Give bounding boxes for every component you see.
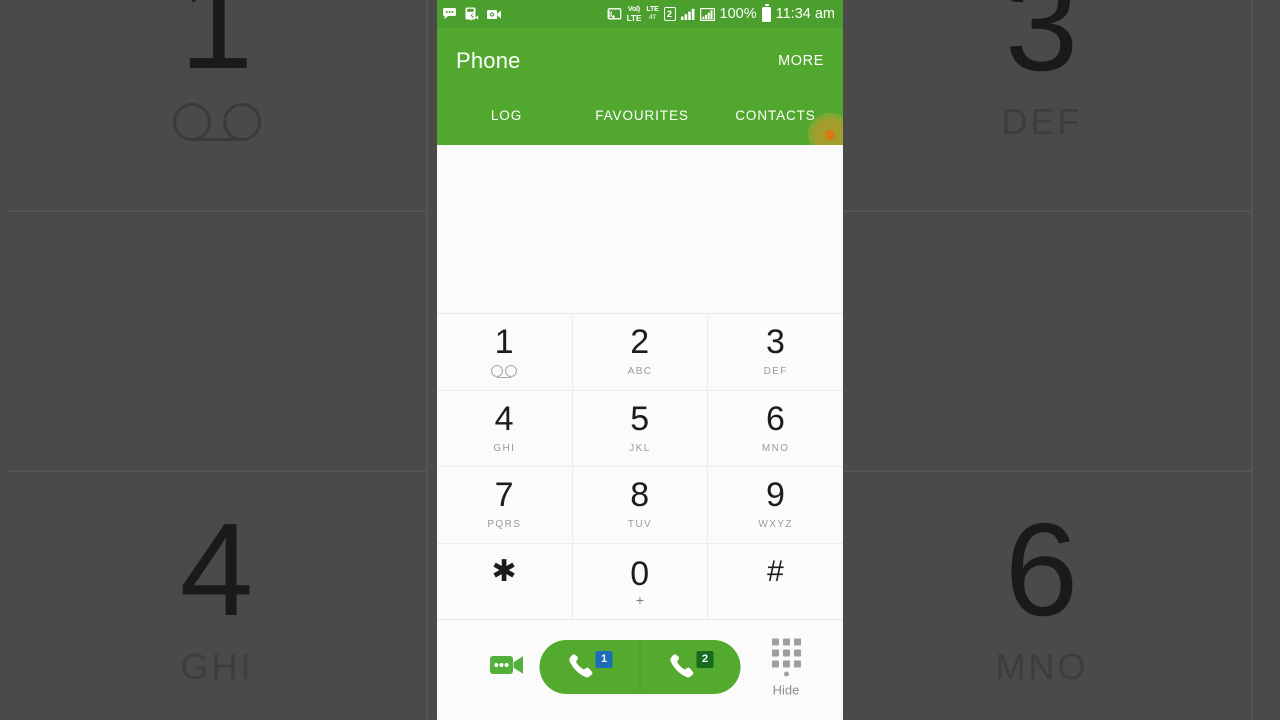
background-key-digit: 6 xyxy=(1004,496,1080,643)
tab-log[interactable]: LOG xyxy=(439,94,574,123)
background-key-6: 6 MNO xyxy=(843,470,1253,720)
dialpad-row: 4 GHI 5 JKL 6 MNO xyxy=(437,390,843,467)
background-key-3: 3 DEF xyxy=(843,0,1253,210)
background-key-letters: MNO xyxy=(995,646,1089,687)
dial-key-letters: MNO xyxy=(761,442,790,454)
battery-percent-label: 100% xyxy=(719,6,757,22)
dial-key-2[interactable]: 2 ABC xyxy=(572,314,709,391)
dial-key-3[interactable]: 3 DEF xyxy=(708,314,843,391)
background-key-1-body xyxy=(8,210,428,470)
volte-bottom-label: LTE xyxy=(626,13,642,23)
background-key-digit: 3 xyxy=(1004,0,1080,98)
dialer-action-bar: 1 2 Hide xyxy=(437,620,843,715)
dial-key-letters: WXYZ xyxy=(758,519,793,531)
dial-key-digit: 1 xyxy=(494,323,515,362)
screen-cast-icon xyxy=(607,7,622,21)
status-bar-indicators: VoI) LTE LTE 4T 2 100% 11:34 am xyxy=(607,4,835,22)
dial-key-hash[interactable]: # xyxy=(708,544,843,620)
dial-key-6[interactable]: 6 MNO xyxy=(708,391,843,467)
dialed-number-input[interactable] xyxy=(437,261,843,295)
dial-key-4[interactable]: 4 GHI xyxy=(437,390,573,467)
dialed-number-display[interactable] xyxy=(437,145,843,313)
keypad-icon xyxy=(771,638,801,667)
video-call-button[interactable] xyxy=(487,648,527,688)
dialpad-grid: 1 2 ABC 3 DEF 4 GHI 5 JKL 6 MNO 7 PQRS 8… xyxy=(437,313,843,620)
phone-app-window: VoI) LTE LTE 4T 2 100% 11:34 am Phone MO… xyxy=(437,0,843,720)
dial-key-star[interactable]: ✱ xyxy=(437,543,573,620)
phone-handset-icon xyxy=(668,652,698,687)
dial-key-letters: TUV xyxy=(627,519,653,531)
background-key-3-body xyxy=(843,210,1253,470)
dial-key-letters: GHI xyxy=(493,442,516,454)
dial-key-digit: 5 xyxy=(630,399,650,438)
call-button-group: 1 2 xyxy=(539,640,741,694)
background-key-digit: 4 xyxy=(179,496,255,643)
dial-key-digit: ✱ xyxy=(491,554,518,588)
video-call-icon xyxy=(490,653,524,682)
sim2-icon: 2 xyxy=(663,7,676,21)
background-key-4: 4 GHI xyxy=(8,470,428,720)
background-key-letters: GHI xyxy=(180,646,254,687)
more-button[interactable]: MORE xyxy=(778,53,824,69)
dial-key-digit: 8 xyxy=(630,476,650,515)
dial-key-digit: 4 xyxy=(494,399,515,438)
status-bar: VoI) LTE LTE 4T 2 100% 11:34 am xyxy=(437,0,843,28)
status-bar-icons xyxy=(443,7,502,21)
dial-key-9[interactable]: 9 WXYZ xyxy=(708,467,843,544)
clock-label: 11:34 am xyxy=(775,6,835,22)
hide-label: Hide xyxy=(772,682,800,697)
voicemail-icon xyxy=(491,365,518,378)
signal-bars-2-icon xyxy=(699,7,715,21)
tab-contacts[interactable]: CONTACTS xyxy=(710,94,841,123)
background-pane-right: 3 DEF 6 MNO xyxy=(843,0,1280,720)
sim1-badge: 1 xyxy=(595,651,613,668)
dial-key-0[interactable]: 0 + xyxy=(572,543,709,620)
lte-icon: LTE 4T xyxy=(646,6,658,22)
phone-screenshot: 1 4 GHI 3 DEF 6 MNO VoI) LTE LTE 4T 2 10… xyxy=(0,0,1280,720)
tab-favourites[interactable]: FAVOURITES xyxy=(574,94,710,123)
keypad-icon-dot xyxy=(783,671,789,676)
background-key-1: 1 xyxy=(8,0,428,210)
messages-icon xyxy=(443,8,458,20)
dial-key-digit: 3 xyxy=(765,323,786,362)
background-key-letters: DEF xyxy=(1001,101,1083,142)
tab-bar: LOG FAVOURITES CONTACTS xyxy=(437,94,843,145)
dial-key-digit: # xyxy=(767,554,785,588)
video-recorder-icon xyxy=(487,9,502,20)
dialpad-row: 7 PQRS 8 TUV 9 WXYZ xyxy=(437,467,843,544)
hide-keypad-button[interactable]: Hide xyxy=(753,638,819,697)
dial-key-digit: 7 xyxy=(494,476,515,515)
dial-key-letters: PQRS xyxy=(487,519,522,531)
dial-key-letters: JKL xyxy=(629,442,651,454)
background-pane-left: 1 4 GHI xyxy=(0,0,437,720)
phone-handset-icon xyxy=(567,652,597,687)
app-bar-title-row: Phone MORE xyxy=(437,28,843,94)
signal-bars-1-icon xyxy=(680,8,695,20)
dial-key-letters: ABC xyxy=(627,366,653,378)
screenshot-capture-icon xyxy=(465,7,480,21)
dial-key-7[interactable]: 7 PQRS xyxy=(437,467,573,544)
page-title: Phone xyxy=(456,48,521,73)
dial-key-5[interactable]: 5 JKL xyxy=(572,390,709,467)
dial-key-plus: + xyxy=(635,591,645,608)
dial-key-digit: 6 xyxy=(765,399,786,438)
dial-key-1[interactable]: 1 xyxy=(437,314,573,391)
background-key-digit: 1 xyxy=(179,0,255,96)
dial-key-8[interactable]: 8 TUV xyxy=(572,467,709,544)
dial-key-letters: DEF xyxy=(763,366,788,378)
battery-icon xyxy=(761,4,771,22)
lte-top-label: LTE xyxy=(646,6,659,13)
dial-key-digit: 2 xyxy=(630,323,650,362)
voicemail-icon xyxy=(173,103,261,145)
dialpad-row: 1 2 ABC 3 DEF xyxy=(437,314,843,391)
dial-key-digit: 0 xyxy=(630,554,650,593)
call-button-sim1[interactable]: 1 xyxy=(540,640,640,694)
dial-key-digit: 9 xyxy=(765,476,786,515)
app-bar: Phone MORE LOG FAVOURITES CONTACTS xyxy=(437,28,843,157)
volte-icon: VoI) LTE xyxy=(627,6,642,22)
sim2-badge: 2 xyxy=(696,651,714,668)
call-button-sim2[interactable]: 2 xyxy=(639,640,741,694)
lte-bottom-label: 4T xyxy=(648,14,657,21)
dialpad-row: ✱ 0 + # xyxy=(437,543,843,620)
